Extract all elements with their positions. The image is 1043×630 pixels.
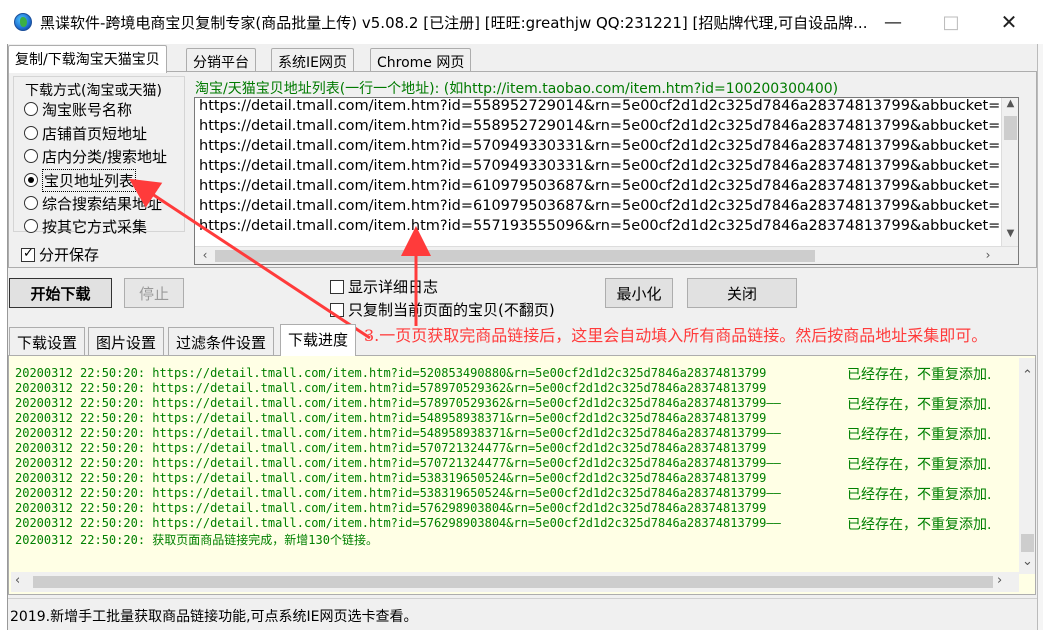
url-line: https://detail.tmall.com/item.htm?id=610… [199,198,1018,214]
url-list-horizontal-scrollbar[interactable]: ‹ › [195,246,1018,264]
show-log-checkbox[interactable]: 显示详细日志 [330,276,438,297]
scroll-up-arrow-icon[interactable]: ⌃ [1022,368,1033,383]
log-status-text: 已经存在，不重复添加. [847,427,992,443]
tab-copy-download[interactable]: 复制/下载淘宝天猫宝贝 [8,45,167,73]
copy-download-panel: 下载方式(淘宝或天猫) 淘宝账号名称 店铺首页短地址 店内分类/搜索地址 宝贝地… [8,71,1037,268]
log-status-text: 已经存在，不重复添加. [847,457,992,473]
scroll-thumb[interactable] [33,576,993,588]
scroll-right-arrow-icon[interactable]: › [980,248,996,264]
scroll-thumb[interactable] [1021,534,1034,552]
scroll-thumb[interactable] [1004,116,1017,140]
scroll-left-arrow-icon[interactable]: ‹ [15,573,20,588]
maximize-window-button[interactable]: □ [928,0,974,44]
radio-icon[interactable] [24,126,38,140]
log-line: 20200312 22:50:20: https://detail.tmall.… [15,396,781,410]
tab-chrome[interactable]: Chrome 网页 [370,48,472,72]
download-mode-group: 下载方式(淘宝或天猫) 淘宝账号名称 店铺首页短地址 店内分类/搜索地址 宝贝地… [13,76,185,236]
scroll-down-arrow-icon[interactable]: ▼ [1002,228,1018,244]
tab-image-settings[interactable]: 图片设置 [88,327,165,355]
title-bar: 黑谍软件-跨境电商宝贝复制专家(商品批量上传) v5.08.2 [已注册] [旺… [0,0,1043,44]
log-line: 20200312 22:50:20: 获取页面商品链接完成，新增130个链接。 [15,533,378,547]
log-status-text: 已经存在，不重复添加. [847,517,992,533]
url-line: https://detail.tmall.com/item.htm?id=558… [199,98,1018,114]
checkbox-icon[interactable] [21,246,35,262]
show-log-label: 显示详细日志 [348,278,439,296]
url-line: https://detail.tmall.com/item.htm?id=610… [199,178,1018,194]
close-window-button[interactable]: ✕ [986,0,1032,44]
radio-account-name[interactable]: 淘宝账号名称 [24,99,132,119]
url-line: https://detail.tmall.com/item.htm?id=557… [199,218,1018,234]
log-line: 20200312 22:50:20: https://detail.tmall.… [15,366,767,380]
tab-download-settings[interactable]: 下载设置 [9,327,86,355]
radio-icon[interactable] [24,102,38,116]
top-tab-row: 复制/下载淘宝天猫宝贝 分销平台 系统IE网页 Chrome 网页 [8,44,1037,73]
log-line: 20200312 22:50:20: https://detail.tmall.… [15,516,781,530]
tab-distribution[interactable]: 分销平台 [186,48,256,72]
radio-search-results[interactable]: 综合搜索结果地址 [24,193,162,213]
current-page-only-label: 只复制当前页面的宝贝(不翻页) [348,301,555,319]
scroll-left-arrow-icon[interactable]: ‹ [197,248,213,264]
radio-icon[interactable] [24,196,38,210]
radio-icon[interactable] [24,219,38,233]
scroll-up-arrow-icon[interactable]: ▲ [1002,98,1018,114]
radio-icon[interactable] [24,149,38,163]
radio-item-url-list[interactable]: 宝贝地址列表 [24,168,137,192]
log-line: 20200312 22:50:20: https://detail.tmall.… [15,486,781,500]
checkbox-icon[interactable] [330,279,344,294]
log-line: 20200312 22:50:20: https://detail.tmall.… [15,471,767,485]
log-line: 20200312 22:50:20: https://detail.tmall.… [15,441,767,455]
split-save-label: 分开保存 [39,246,100,264]
download-progress-log[interactable]: 20200312 22:50:20: https://detail.tmall.… [8,355,1036,595]
url-line: https://detail.tmall.com/item.htm?id=570… [199,138,1018,154]
log-vertical-scrollbar[interactable]: ⌃ ⌄ [1019,358,1035,574]
radio-label: 综合搜索结果地址 [42,194,163,213]
url-line: https://detail.tmall.com/item.htm?id=558… [199,118,1018,134]
download-mode-title: 下载方式(淘宝或天猫) [22,80,165,100]
split-save-checkbox[interactable]: 分开保存 [21,244,99,265]
url-list-textarea[interactable]: https://detail.tmall.com/item.htm?id=558… [194,97,1019,265]
close-button[interactable]: 关闭 [687,278,797,308]
log-line: 20200312 22:50:20: https://detail.tmall.… [15,411,767,425]
radio-label: 宝贝地址列表 [42,168,137,192]
tab-filter-settings[interactable]: 过滤条件设置 [168,327,275,355]
log-line: 20200312 22:50:20: https://detail.tmall.… [15,456,781,470]
log-status-text: 已经存在，不重复添加. [847,487,992,503]
url-list-vertical-scrollbar[interactable]: ▲ ▼ [1001,98,1018,246]
app-globe-icon [14,13,32,31]
minimize-window-button[interactable]: — [870,0,916,44]
scroll-right-arrow-icon[interactable]: › [997,573,1002,588]
start-download-button[interactable]: 开始下载 [9,278,112,308]
tab-download-progress[interactable]: 下载进度 [280,324,357,356]
url-line: https://detail.tmall.com/item.htm?id=570… [199,158,1018,174]
log-status-text: 已经存在，不重复添加. [847,367,992,383]
radio-label: 按其它方式采集 [42,217,148,236]
window-title: 黑谍软件-跨境电商宝贝复制专家(商品批量上传) v5.08.2 [已注册] [旺… [40,14,868,32]
tutorial-annotation: 3.一页页获取完商品链接后，这里会自动填入所有商品链接。然后按商品地址采集即可。 [364,326,988,345]
tab-system-ie[interactable]: 系统IE网页 [271,48,354,72]
status-bar: 2019.新增手工批量获取商品链接功能,可点系统IE网页选卡查看。 [8,598,1037,630]
stop-button[interactable]: 停止 [124,278,184,308]
minimize-button[interactable]: 最小化 [605,278,673,308]
current-page-only-checkbox[interactable]: 只复制当前页面的宝贝(不翻页) [330,299,555,320]
log-horizontal-scrollbar[interactable]: ‹ › [11,572,1019,592]
url-list-label: 淘宝/天猫宝贝地址列表(一行一个地址): (如http://item.taoba… [195,81,839,97]
radio-category-search[interactable]: 店内分类/搜索地址 [24,146,167,166]
radio-other-method[interactable]: 按其它方式采集 [24,216,147,236]
log-line: 20200312 22:50:20: https://detail.tmall.… [15,501,767,515]
radio-label: 店内分类/搜索地址 [42,147,168,166]
log-line: 20200312 22:50:20: https://detail.tmall.… [15,426,781,440]
scroll-thumb[interactable] [215,250,815,262]
radio-label: 淘宝账号名称 [42,100,133,119]
scroll-down-arrow-icon[interactable]: ⌄ [1022,554,1033,569]
radio-shop-url[interactable]: 店铺首页短地址 [24,123,147,143]
radio-label: 店铺首页短地址 [42,124,148,143]
log-status-text: 已经存在，不重复添加. [847,397,992,413]
checkbox-icon[interactable] [330,302,344,317]
log-line: 20200312 22:50:20: https://detail.tmall.… [15,381,767,395]
radio-icon[interactable] [24,173,38,187]
left-window-edge [0,44,8,630]
